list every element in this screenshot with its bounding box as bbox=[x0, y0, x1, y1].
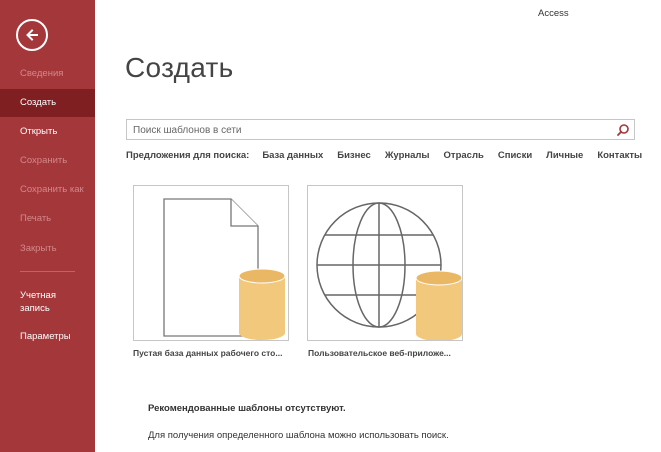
search-icon[interactable] bbox=[616, 123, 630, 137]
template-custom-web-app[interactable] bbox=[307, 185, 463, 341]
suggestion-database[interactable]: База данных bbox=[262, 150, 323, 161]
template-search-input[interactable] bbox=[127, 121, 613, 140]
nav-open[interactable]: Открыть bbox=[0, 118, 95, 146]
nav-account[interactable]: Учетная запись bbox=[0, 289, 95, 319]
suggestion-industry[interactable]: Отрасль bbox=[444, 150, 484, 161]
blank-database-icon bbox=[163, 198, 286, 340]
suggestion-personal[interactable]: Личные bbox=[546, 150, 583, 161]
no-templates-title: Рекомендованные шаблоны отсутствуют. bbox=[148, 403, 346, 414]
app-name: Access bbox=[538, 8, 569, 19]
nav-save: Сохранить bbox=[20, 155, 68, 166]
template-blank-database-label: Пустая база данных рабочего сто... bbox=[133, 348, 283, 358]
suggestion-journals[interactable]: Журналы bbox=[385, 150, 430, 161]
back-arrow-icon bbox=[26, 29, 38, 41]
template-custom-web-app-label: Пользовательское веб-приложе... bbox=[308, 348, 451, 358]
nav-options[interactable]: Параметры bbox=[0, 323, 95, 351]
nav-account-line2: запись bbox=[20, 303, 50, 314]
suggestion-lists[interactable]: Списки bbox=[498, 150, 532, 161]
suggestion-business[interactable]: Бизнес bbox=[337, 150, 371, 161]
no-templates-hint: Для получения определенного шаблона можн… bbox=[148, 430, 449, 441]
suggestion-contacts[interactable]: Контакты bbox=[597, 150, 642, 161]
web-app-globe-icon bbox=[316, 202, 463, 341]
nav-close: Закрыть bbox=[20, 243, 57, 254]
suggestions-label: Предложения для поиска: bbox=[126, 150, 250, 161]
nav-print: Печать bbox=[20, 213, 52, 224]
nav-account-line1: Учетная bbox=[20, 290, 56, 301]
template-blank-database[interactable] bbox=[133, 185, 289, 341]
nav-save-as: Сохранить как bbox=[20, 184, 84, 195]
search-suggestions: Предложения для поиска: База данных Бизн… bbox=[126, 150, 656, 161]
template-search-box bbox=[126, 119, 635, 140]
sidebar-divider bbox=[20, 271, 75, 272]
nav-new[interactable]: Создать bbox=[0, 89, 95, 117]
back-button[interactable] bbox=[16, 19, 48, 51]
nav-info: Сведения bbox=[20, 68, 64, 79]
page-title: Создать bbox=[125, 52, 234, 83]
backstage-sidebar: Сведения Создать Открыть Сохранить Сохра… bbox=[0, 0, 95, 452]
